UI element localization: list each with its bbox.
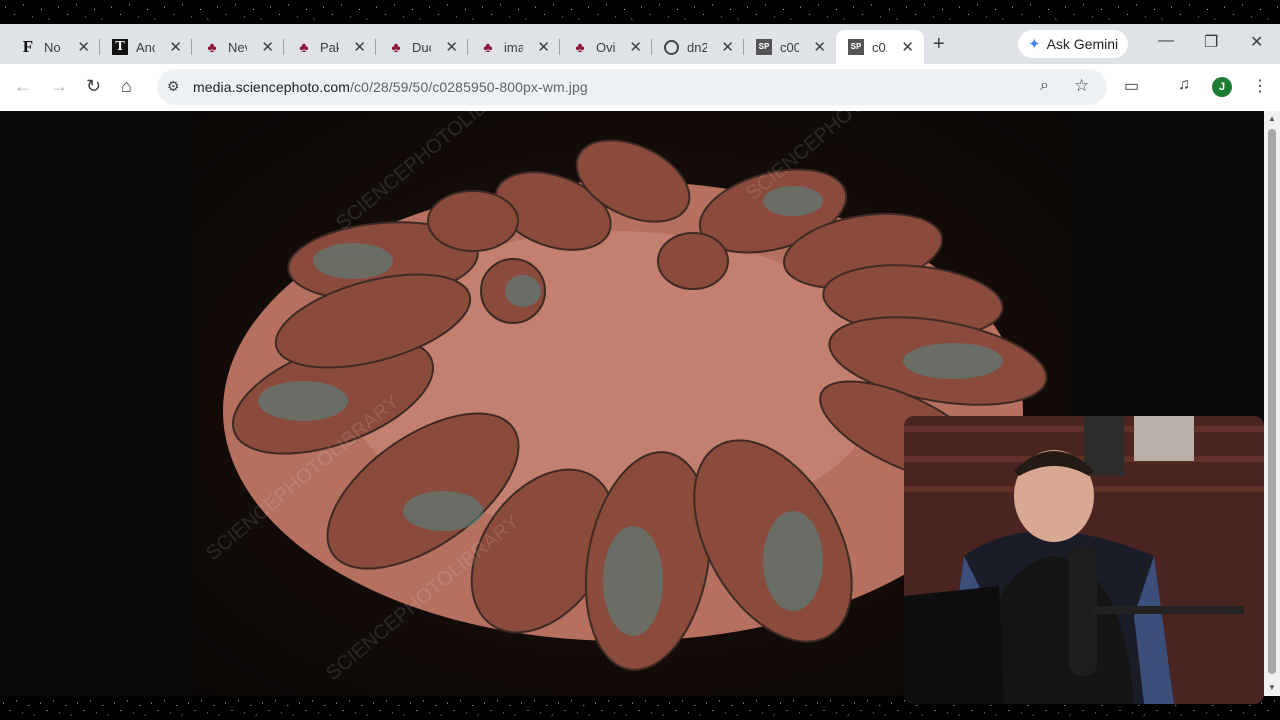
gemini-label: Ask Gemini <box>1046 36 1119 52</box>
url-text[interactable]: media.sciencephoto.com/c0/28/59/50/c0285… <box>193 79 588 95</box>
tab-title: c00 <box>780 39 800 55</box>
tab-title: c02 <box>872 39 887 55</box>
restore-icon[interactable]: ❐ <box>1204 32 1218 52</box>
tab-title: Nev <box>228 39 247 55</box>
tab-title: Anc <box>136 39 156 55</box>
close-icon[interactable]: ✕ <box>537 38 550 56</box>
close-icon[interactable]: ✕ <box>261 38 274 56</box>
profile-avatar[interactable]: J <box>1212 77 1232 97</box>
tab-title: No <box>44 39 61 55</box>
reload-icon[interactable]: ↻ <box>86 76 101 97</box>
tree-logo-icon: ♣ <box>299 39 309 55</box>
tab-title: ima <box>504 39 524 55</box>
close-icon[interactable]: ✕ <box>353 38 366 56</box>
globe-icon <box>664 39 679 55</box>
tab-6[interactable]: ♣ ima ✕ <box>468 30 560 64</box>
scroll-up-icon[interactable]: ▲ <box>1268 114 1276 123</box>
zoom-icon[interactable]: ⌕ <box>1040 77 1049 95</box>
f-logo-icon: F <box>22 37 34 56</box>
tab-9[interactable]: SP c00 ✕ <box>744 30 836 64</box>
tab-1[interactable]: F No ✕ <box>8 30 100 64</box>
vertical-scrollbar[interactable]: ▲ ▼ <box>1264 111 1280 696</box>
ask-gemini-button[interactable]: ✦ Ask Gemini <box>1018 30 1129 58</box>
media-control-icon[interactable]: ♫ <box>1178 76 1190 94</box>
address-bar[interactable]: ⚙ media.sciencephoto.com/c0/28/59/50/c02… <box>157 69 1107 105</box>
minimize-icon[interactable]: — <box>1158 32 1174 50</box>
toolbar: ← → ↻ ⌂ ⚙ media.sciencephoto.com/c0/28/5… <box>0 64 1280 111</box>
tab-8[interactable]: dn2 ✕ <box>652 30 744 64</box>
tab-10-active[interactable]: SP c02 ✕ <box>836 30 924 64</box>
streamer-webcam-illustration <box>904 416 1264 704</box>
close-icon[interactable]: ✕ <box>901 38 914 56</box>
tree-logo-icon: ♣ <box>483 39 493 55</box>
tree-logo-icon: ♣ <box>207 39 217 55</box>
tab-title: Ovi <box>596 39 616 55</box>
tab-2[interactable]: T Anc ✕ <box>100 30 192 64</box>
tab-3[interactable]: ♣ Nev ✕ <box>192 30 284 64</box>
scroll-down-icon[interactable]: ▼ <box>1268 683 1276 692</box>
sp-logo-icon: SP <box>848 39 864 55</box>
tab-4[interactable]: ♣ Pak ✕ <box>284 30 376 64</box>
gemini-sparkle-icon: ✦ <box>1028 36 1041 53</box>
tree-logo-icon: ♣ <box>575 39 585 55</box>
tab-search-icon[interactable]: ▭ <box>1124 76 1139 96</box>
site-info-icon[interactable]: ⚙ <box>167 78 180 95</box>
window-close-icon[interactable]: ✕ <box>1250 32 1263 52</box>
close-icon[interactable]: ✕ <box>77 38 90 56</box>
close-icon[interactable]: ✕ <box>169 38 182 56</box>
scrollbar-thumb[interactable] <box>1268 129 1276 674</box>
tab-strip: F No ✕ T Anc ✕ ♣ Nev ✕ ♣ Pak ✕ ♣ Duc ✕ <box>0 24 1280 64</box>
home-icon[interactable]: ⌂ <box>121 76 132 97</box>
tab-title: dn2 <box>687 39 708 55</box>
starfield-top <box>0 0 1280 24</box>
tab-7[interactable]: ♣ Ovi ✕ <box>560 30 652 64</box>
tab-title: Pak <box>320 39 340 55</box>
close-icon[interactable]: ✕ <box>721 38 734 56</box>
menu-icon[interactable]: ⋮ <box>1252 76 1268 96</box>
webcam-overlay <box>904 416 1264 704</box>
new-tab-button[interactable]: + <box>933 33 945 56</box>
tree-logo-icon: ♣ <box>391 39 401 55</box>
sp-logo-icon: SP <box>756 39 772 55</box>
t-logo-icon: T <box>112 39 128 55</box>
close-icon[interactable]: ✕ <box>629 38 642 56</box>
back-icon[interactable]: ← <box>14 76 32 97</box>
tab-title: Duc <box>412 39 431 55</box>
close-icon[interactable]: ✕ <box>445 38 458 56</box>
tab-5[interactable]: ♣ Duc ✕ <box>376 30 468 64</box>
bookmark-star-icon[interactable]: ☆ <box>1074 76 1089 96</box>
forward-icon[interactable]: → <box>50 76 68 97</box>
close-icon[interactable]: ✕ <box>813 38 826 56</box>
